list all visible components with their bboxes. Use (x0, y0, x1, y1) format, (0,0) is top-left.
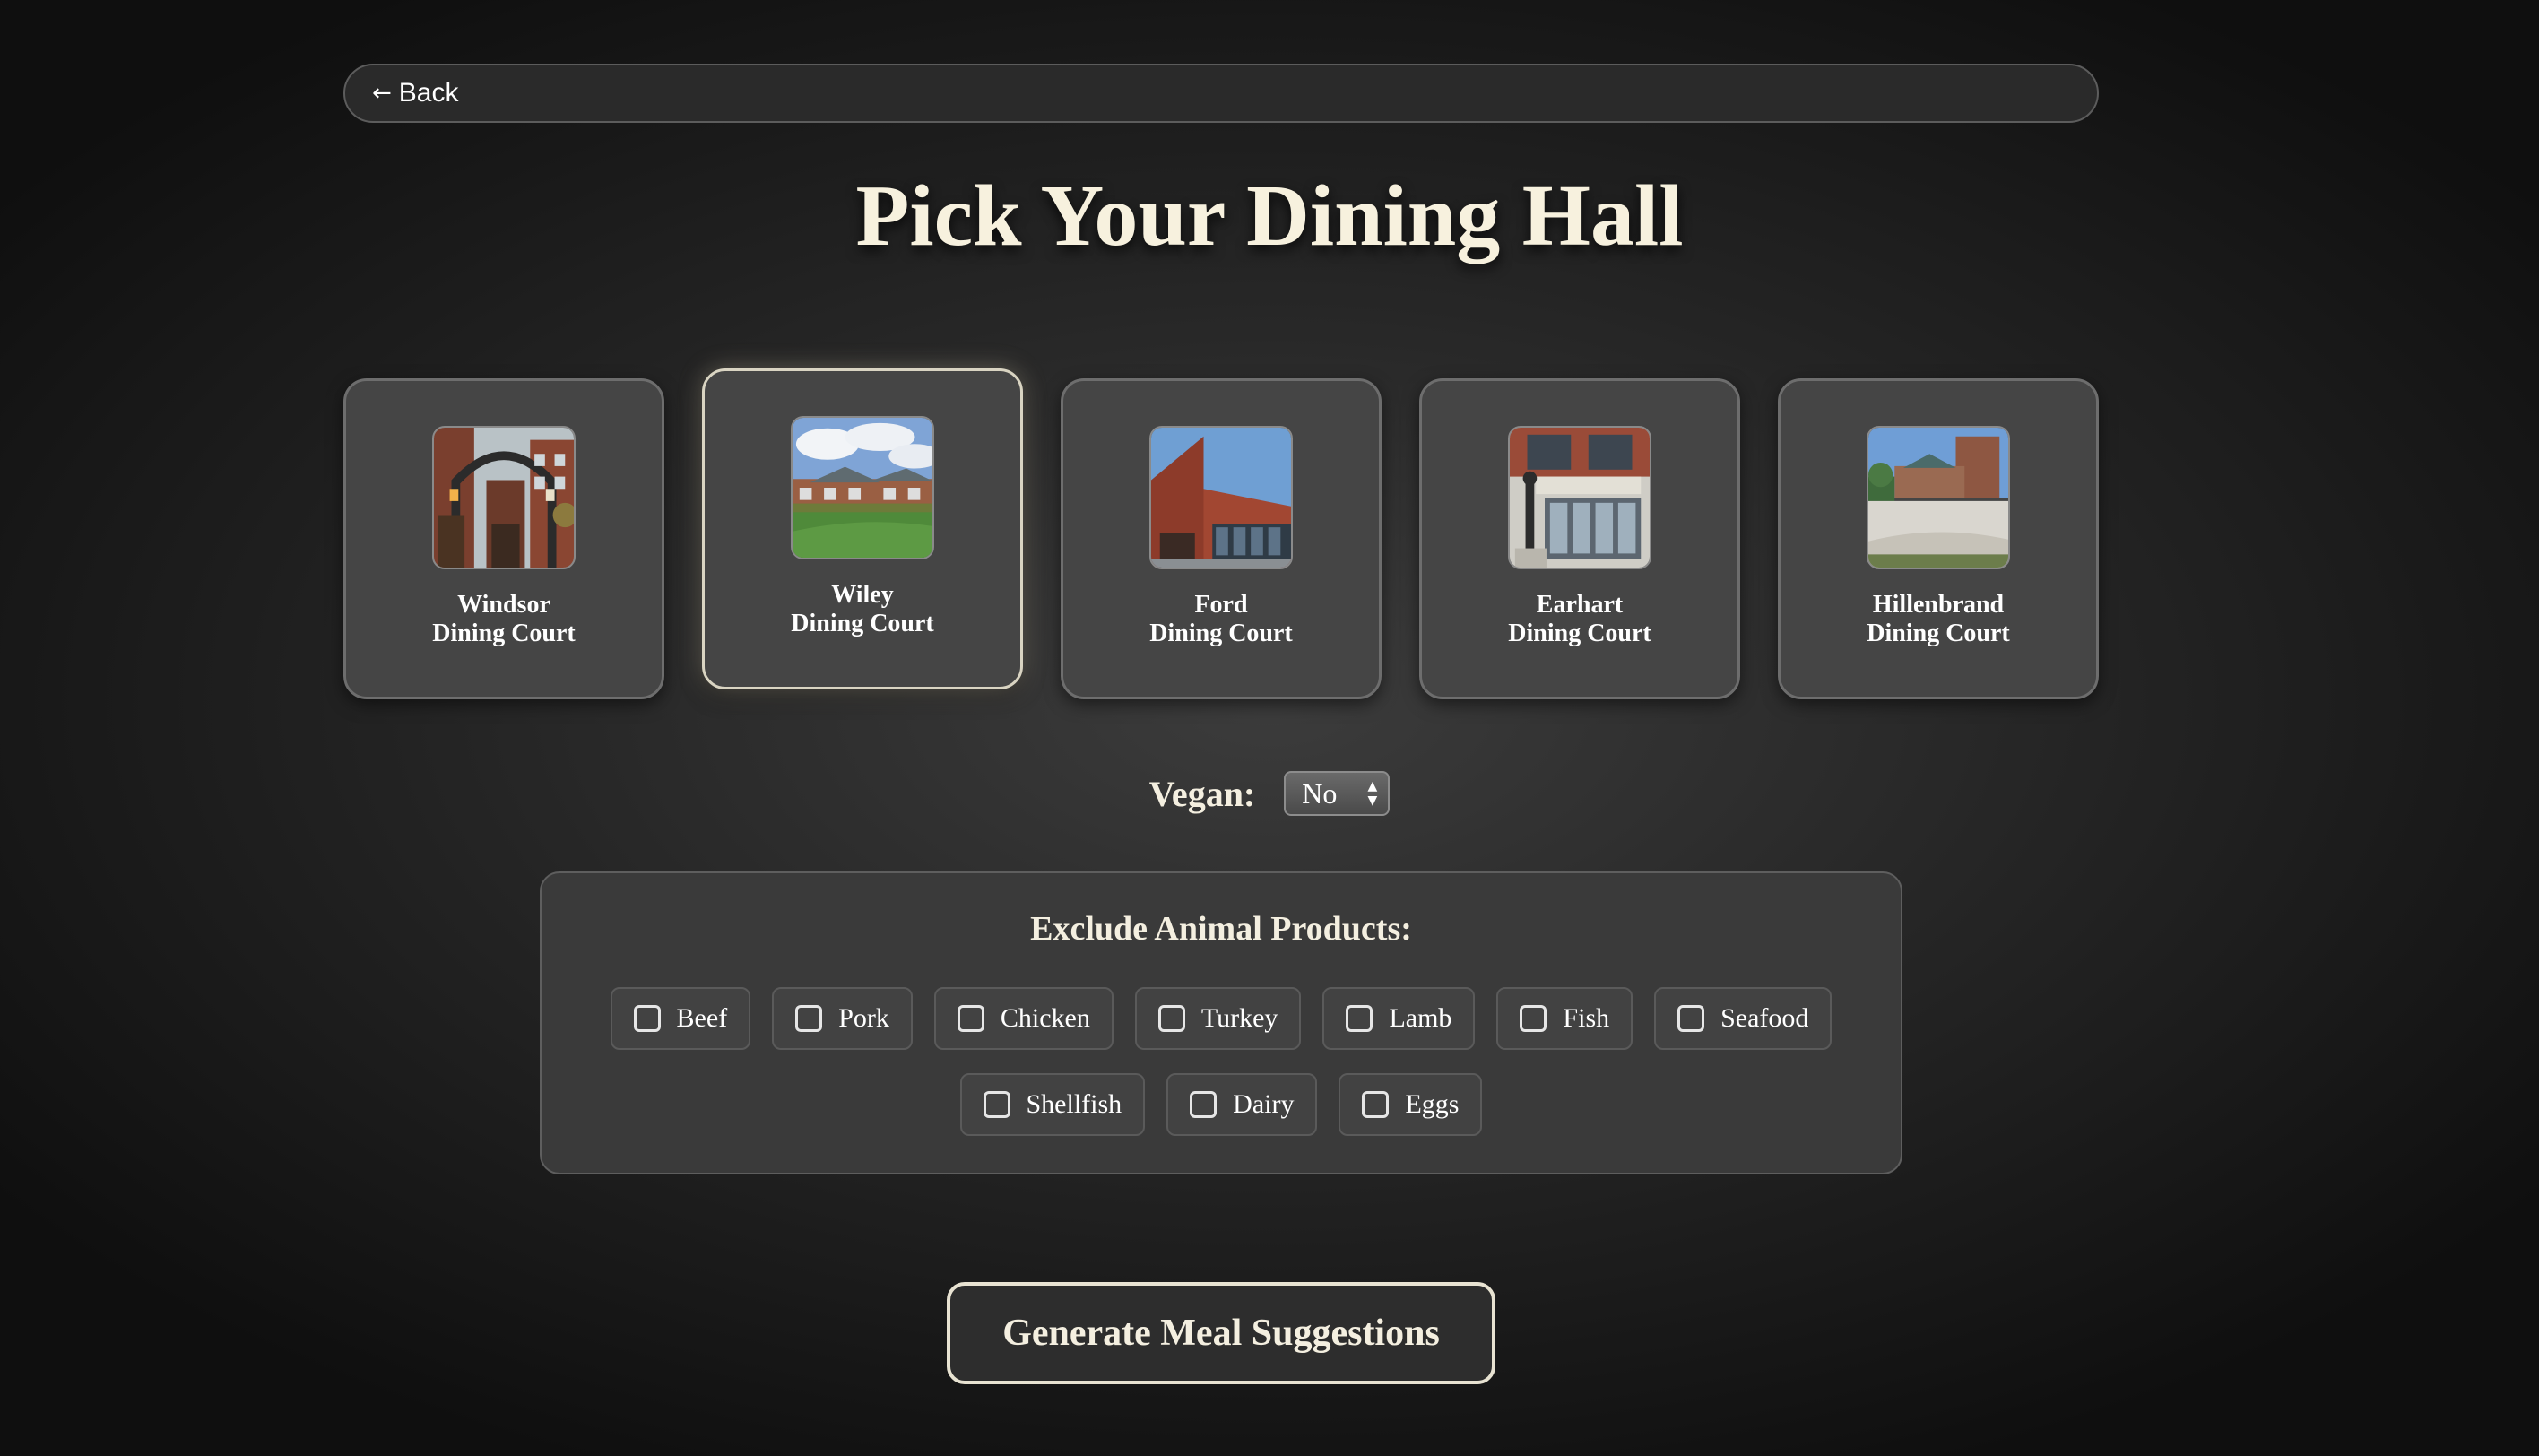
exclude-options-row: Shellfish Dairy Eggs (542, 1073, 1901, 1136)
exclude-option-shellfish[interactable]: Shellfish (959, 1073, 1146, 1136)
exclude-option-turkey[interactable]: Turkey (1134, 987, 1302, 1050)
exclude-panel: Exclude Animal Products: Beef Pork Chick… (540, 871, 1902, 1174)
hall-name: Windsor Dining Court (432, 591, 576, 647)
option-label: Seafood (1720, 1003, 1809, 1033)
checkbox[interactable] (795, 1005, 823, 1032)
hall-card-ford[interactable]: Ford Dining Court (1061, 378, 1382, 699)
windsor-photo (432, 426, 576, 569)
select-arrows-icon: ▲ ▼ (1367, 779, 1378, 808)
checkbox[interactable] (1677, 1005, 1705, 1032)
exclude-title: Exclude Animal Products: (1030, 910, 1412, 948)
hall-name: Ford Dining Court (1149, 591, 1293, 647)
back-label: Back (398, 78, 459, 108)
hall-card-earhart[interactable]: Earhart Dining Court (1419, 378, 1740, 699)
vegan-select[interactable]: No ▲ ▼ (1284, 771, 1391, 816)
hall-name: Wiley Dining Court (791, 581, 934, 637)
generate-meal-suggestions-button[interactable]: Generate Meal Suggestions (947, 1282, 1495, 1384)
option-label: Lamb (1389, 1003, 1452, 1033)
vegan-label: Vegan: (1148, 773, 1256, 814)
vegan-select-value: No (1302, 776, 1338, 810)
hall-card-wiley[interactable]: Wiley Dining Court (702, 368, 1023, 689)
checkbox[interactable] (1190, 1091, 1218, 1118)
option-label: Dairy (1233, 1089, 1295, 1119)
exclude-options-row: Beef Pork Chicken Turkey Lamb Fish Seafo… (542, 987, 1901, 1050)
checkbox[interactable] (1520, 1005, 1547, 1032)
checkbox[interactable] (1346, 1005, 1373, 1032)
earhart-photo (1508, 426, 1651, 569)
exclude-option-seafood[interactable]: Seafood (1654, 987, 1833, 1050)
exclude-option-pork[interactable]: Pork (772, 987, 913, 1050)
option-label: Turkey (1200, 1003, 1278, 1033)
hall-name: Hillenbrand Dining Court (1867, 591, 2010, 647)
checkbox[interactable] (957, 1005, 984, 1032)
checkbox[interactable] (1157, 1005, 1185, 1032)
ford-photo (1149, 426, 1293, 569)
hall-name: Earhart Dining Court (1508, 591, 1651, 647)
vegan-row: Vegan: No ▲ ▼ (0, 771, 2539, 816)
checkbox[interactable] (983, 1091, 1010, 1118)
option-label: Chicken (1000, 1003, 1090, 1033)
hall-card-hillenbrand[interactable]: Hillenbrand Dining Court (1778, 378, 2099, 699)
exclude-option-eggs[interactable]: Eggs (1339, 1073, 1483, 1136)
wiley-photo (791, 416, 934, 559)
option-label: Shellfish (1026, 1089, 1122, 1119)
exclude-option-dairy[interactable]: Dairy (1166, 1073, 1318, 1136)
option-label: Fish (1563, 1003, 1610, 1033)
checkbox[interactable] (633, 1005, 661, 1032)
option-label: Eggs (1405, 1089, 1460, 1119)
hillenbrand-photo (1867, 426, 2010, 569)
exclude-option-chicken[interactable]: Chicken (933, 987, 1114, 1050)
checkbox[interactable] (1362, 1091, 1390, 1118)
arrow-left-icon: ← (372, 80, 392, 107)
exclude-option-fish[interactable]: Fish (1496, 987, 1633, 1050)
option-label: Pork (838, 1003, 889, 1033)
back-button[interactable]: ← Back (343, 64, 2099, 123)
page-title: Pick Your Dining Hall (855, 168, 1684, 264)
exclude-option-lamb[interactable]: Lamb (1322, 987, 1476, 1050)
exclude-option-beef[interactable]: Beef (610, 987, 751, 1050)
hall-card-windsor[interactable]: Windsor Dining Court (343, 378, 664, 699)
option-label: Beef (676, 1003, 728, 1033)
